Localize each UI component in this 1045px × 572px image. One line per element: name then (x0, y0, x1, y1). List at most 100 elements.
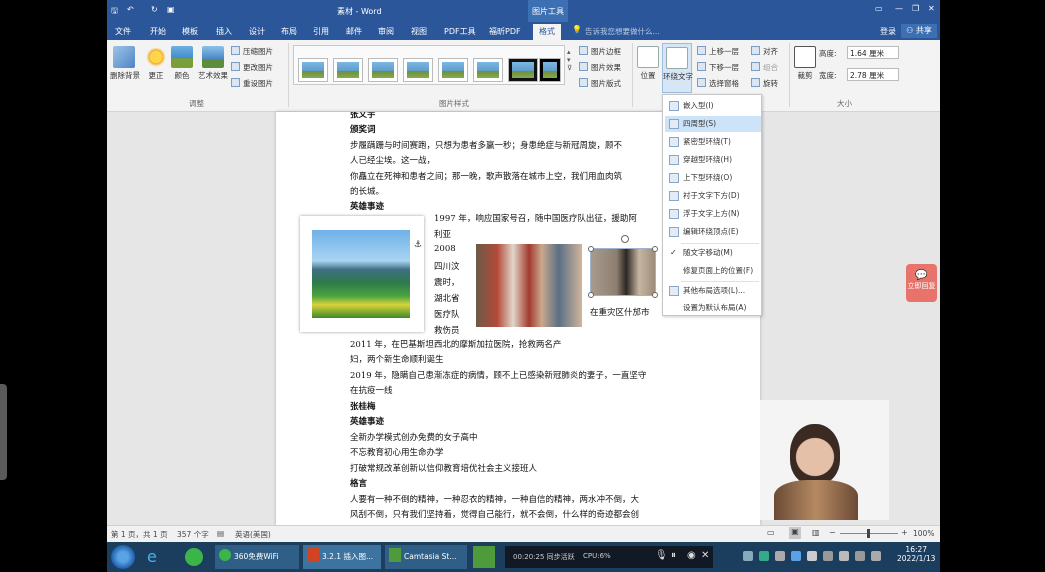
web-layout-icon[interactable]: ▥ (812, 528, 820, 537)
restore-icon[interactable]: ❐ (912, 4, 919, 13)
picture-layout-button[interactable]: 图片版式 (579, 78, 621, 89)
rotate-button[interactable]: 旋转 (751, 78, 778, 89)
word-count[interactable]: 357 个字 (177, 529, 209, 540)
taskbar-camtasia[interactable]: Camtasia St... (385, 545, 467, 569)
picture-style-8[interactable] (539, 58, 561, 82)
resize-handle[interactable] (588, 246, 594, 252)
quick-access-icon[interactable]: ▣ (167, 5, 175, 14)
set-default-layout-item[interactable]: 设置为默认布局(A) (665, 300, 761, 316)
read-mode-icon[interactable]: ▭ (767, 528, 775, 537)
picture-style-2[interactable] (333, 58, 363, 82)
taskbar-powerpoint[interactable]: 3.2.1 插入图... (303, 545, 381, 569)
change-picture-button[interactable]: 更改图片 (231, 62, 273, 73)
tab-mailings[interactable]: 邮件 (346, 26, 362, 37)
float-reply-button[interactable]: 💬 立即回复 (906, 264, 937, 302)
ie-icon[interactable]: e (147, 547, 157, 566)
artistic-effects-button[interactable]: 艺术效果 (197, 46, 229, 81)
gallery-scroll-icon[interactable]: ▴ ▾ ⊽ (567, 48, 572, 72)
crop-button[interactable]: 裁剪 (794, 46, 816, 81)
color-button[interactable]: 颜色 (171, 46, 193, 81)
width-input[interactable]: 2.78 厘米 (847, 68, 899, 81)
position-button[interactable]: 位置 (637, 46, 659, 81)
wrap-inline-item[interactable]: 嵌入型(I) (665, 98, 761, 114)
wrap-text-button[interactable]: 环绕文字 (662, 43, 693, 93)
proofing-icon[interactable]: ▤ (217, 529, 224, 538)
wrap-in-front-item[interactable]: 浮于文字上方(N) (665, 206, 761, 222)
wrap-square-item[interactable]: 四周型(S) (665, 116, 761, 132)
rotate-handle[interactable] (621, 235, 629, 243)
height-input[interactable]: 1.64 厘米 (847, 46, 899, 59)
landscape-picture-frame[interactable]: ⚓ (300, 216, 424, 332)
tab-format[interactable]: 格式 (533, 24, 561, 40)
bluetooth-icon[interactable] (791, 551, 801, 561)
wrap-top-bottom-item[interactable]: 上下型环绕(O) (665, 170, 761, 186)
picture-border-button[interactable]: 图片边框 (579, 46, 621, 57)
tab-file[interactable]: 文件 (115, 26, 131, 37)
picture-style-4[interactable] (403, 58, 433, 82)
picture-effects-button[interactable]: 图片效果 (579, 62, 621, 73)
volume-icon[interactable] (807, 551, 817, 561)
tab-review[interactable]: 审阅 (378, 26, 394, 37)
align-button[interactable]: 对齐 (751, 46, 778, 57)
tab-view[interactable]: 视图 (411, 26, 427, 37)
zoom-in-icon[interactable]: + (901, 528, 908, 537)
minimize-icon[interactable]: — (895, 4, 903, 13)
resize-handle[interactable] (652, 292, 658, 298)
resize-handle[interactable] (652, 246, 658, 252)
language[interactable]: 英语(美国) (235, 529, 271, 540)
move-with-text-item[interactable]: ✓ 随文字移动(M) (665, 245, 761, 261)
tray-icon[interactable] (855, 551, 865, 561)
tray-icon[interactable] (871, 551, 881, 561)
picture-style-7[interactable] (508, 58, 538, 82)
group-button[interactable]: 组合 (751, 62, 778, 73)
tab-template[interactable]: 模板 (182, 26, 198, 37)
tab-design[interactable]: 设计 (249, 26, 265, 37)
picture-style-5[interactable] (438, 58, 468, 82)
close-recorder-icon[interactable]: ✕ (701, 550, 709, 561)
share-button[interactable]: ⚇ 共享 (901, 24, 937, 38)
remove-background-button[interactable]: 删除背景 (110, 46, 140, 81)
ribbon-options-icon[interactable]: ▭ (875, 4, 883, 13)
tray-icon[interactable] (775, 551, 785, 561)
undo-icon[interactable]: ↶ (127, 5, 134, 14)
send-backward-button[interactable]: 下移一层 (697, 62, 739, 73)
tab-home[interactable]: 开始 (150, 26, 166, 37)
reset-picture-button[interactable]: 重设图片 (231, 78, 273, 89)
tab-references[interactable]: 引用 (313, 26, 329, 37)
print-layout-icon[interactable]: ▣ (789, 527, 801, 539)
pause-icon[interactable]: ⏸ (671, 550, 676, 561)
picture-style-1[interactable] (298, 58, 328, 82)
tab-layout[interactable]: 布局 (281, 26, 297, 37)
close-icon[interactable]: ✕ (928, 4, 935, 13)
resize-handle[interactable] (588, 292, 594, 298)
redo-icon[interactable]: ↻ (151, 5, 158, 14)
camtasia-recorder-icon[interactable] (473, 546, 495, 568)
tray-icon[interactable] (823, 551, 833, 561)
tell-me-search[interactable]: 告诉我您想要做什么... (585, 26, 660, 37)
zoom-slider-thumb[interactable] (867, 529, 870, 538)
fix-position-item[interactable]: 修复页面上的位置(F) (665, 263, 761, 279)
browser-360-icon[interactable] (185, 548, 203, 566)
picture-style-3[interactable] (368, 58, 398, 82)
page-count[interactable]: 第 1 页，共 1 页 (111, 529, 168, 540)
mic-icon[interactable]: 🎙 (655, 550, 668, 561)
selected-photo[interactable] (588, 235, 658, 298)
taskbar-wifi[interactable]: 360免费WiFi (215, 545, 299, 569)
selection-pane-button[interactable]: 选择窗格 (697, 78, 739, 89)
bring-forward-button[interactable]: 上移一层 (697, 46, 739, 57)
login-link[interactable]: 登录 (880, 26, 896, 37)
zoom-level[interactable]: 100% (913, 529, 934, 538)
clock[interactable]: 16:27 2022/1/13 (897, 545, 935, 563)
wrap-through-item[interactable]: 穿越型环绕(H) (665, 152, 761, 168)
wrap-tight-item[interactable]: 紧密型环绕(T) (665, 134, 761, 150)
wrap-behind-text-item[interactable]: 衬于文字下方(D) (665, 188, 761, 204)
tray-icon[interactable] (839, 551, 849, 561)
corrections-button[interactable]: 更正 (145, 46, 167, 81)
stop-icon[interactable]: ◉ (687, 550, 696, 561)
start-button[interactable] (111, 545, 135, 569)
tab-pdf-tools[interactable]: PDF工具 (444, 26, 476, 37)
tab-insert[interactable]: 插入 (216, 26, 232, 37)
edit-wrap-points-item[interactable]: 编辑环绕顶点(E) (665, 224, 761, 240)
network-icon[interactable] (759, 551, 769, 561)
save-icon[interactable]: 🖫 (111, 5, 118, 19)
